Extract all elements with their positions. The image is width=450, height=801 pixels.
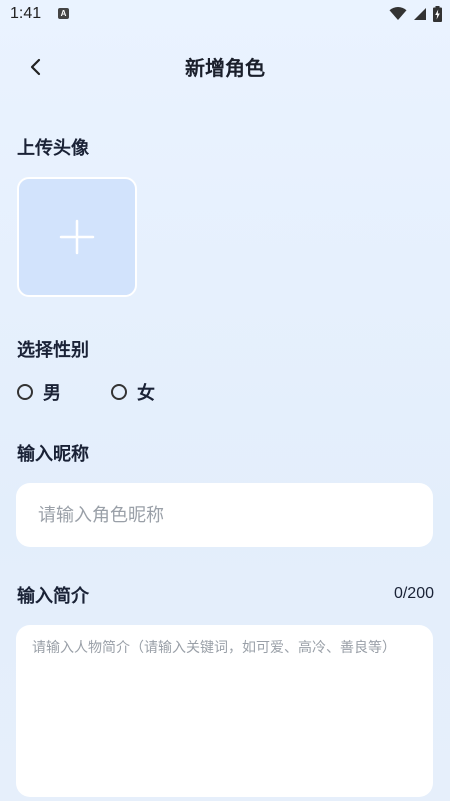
radio-circle-icon[interactable] [17, 384, 33, 400]
gender-option-female[interactable]: 女 [111, 379, 155, 405]
radio-circle-icon[interactable] [111, 384, 127, 400]
upload-avatar-label: 上传头像 [17, 138, 89, 159]
status-time: 1:41 [10, 5, 42, 22]
gender-radio-group: 男 女 [17, 377, 205, 407]
status-bar: 1:41 A [0, 0, 450, 32]
signal-icon [414, 8, 426, 20]
plus-icon [59, 219, 95, 255]
page-title: 新增角色 [185, 56, 265, 80]
gender-label-female: 女 [137, 383, 155, 404]
intro-label: 输入简介 [17, 586, 89, 607]
notification-a-icon: A [58, 8, 69, 19]
select-gender-label: 选择性别 [17, 340, 89, 361]
gender-label-male: 男 [43, 383, 61, 404]
intro-char-counter: 0/200 [393, 585, 434, 602]
status-icons [389, 6, 442, 22]
nickname-label: 输入昵称 [17, 444, 89, 465]
avatar-upload-button[interactable] [17, 177, 137, 297]
gender-option-male[interactable]: 男 [17, 379, 61, 405]
nav-bar: 新增角色 [0, 44, 450, 88]
battery-charging-icon [433, 6, 442, 22]
wifi-icon [389, 7, 407, 20]
nickname-input[interactable] [16, 483, 433, 547]
intro-textarea[interactable] [16, 625, 433, 797]
